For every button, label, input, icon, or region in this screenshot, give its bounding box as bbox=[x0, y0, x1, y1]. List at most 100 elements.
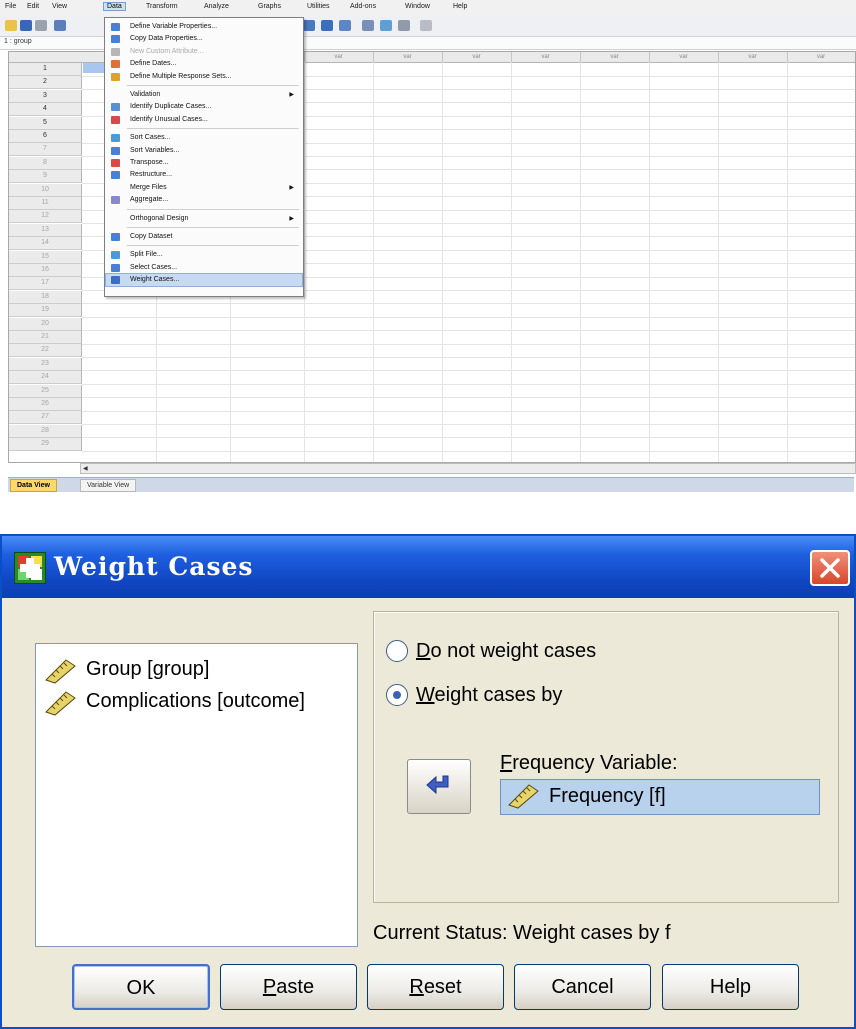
row-header[interactable]: 6 bbox=[9, 130, 82, 143]
paste-button[interactable]: Paste bbox=[220, 964, 357, 1010]
dialog-recall-icon[interactable] bbox=[54, 20, 66, 31]
menu-item-new-custom-attribute[interactable]: New Custom Attribute... bbox=[106, 46, 302, 58]
ruler-icon bbox=[45, 659, 76, 684]
radio-do-not-weight[interactable] bbox=[386, 640, 408, 662]
row-header[interactable]: 3 bbox=[9, 89, 82, 103]
row-header[interactable]: 8 bbox=[9, 156, 82, 170]
menu-item-aggregate[interactable]: Aggregate... bbox=[106, 194, 302, 206]
row-header[interactable]: 29 bbox=[9, 438, 82, 452]
menu-item-orthogonal-design[interactable]: Orthogonal Design ▶ bbox=[106, 213, 302, 225]
row-header[interactable]: 11 bbox=[9, 197, 82, 210]
help-button[interactable]: Help bbox=[662, 964, 799, 1010]
menu-item-identify-duplicate-cases[interactable]: Identify Duplicate Cases... bbox=[106, 101, 302, 113]
value-labels-icon[interactable] bbox=[362, 20, 374, 31]
row-header[interactable]: 13 bbox=[9, 223, 82, 237]
menu-analyze[interactable]: Analyze bbox=[204, 3, 229, 10]
weight-toolbar-icon[interactable] bbox=[339, 20, 351, 31]
menu-graphs[interactable]: Graphs bbox=[258, 3, 281, 10]
row-header[interactable]: 18 bbox=[9, 290, 82, 304]
menu-item-merge-files[interactable]: Merge Files ▶ bbox=[106, 182, 302, 194]
menu-view[interactable]: View bbox=[52, 3, 67, 10]
open-icon[interactable] bbox=[5, 20, 17, 31]
row-header[interactable]: 17 bbox=[9, 277, 82, 291]
menu-item-select-cases[interactable]: Select Cases... bbox=[106, 262, 302, 274]
selected-cell[interactable] bbox=[83, 63, 105, 73]
spell-check-icon[interactable] bbox=[420, 20, 432, 31]
row-header[interactable]: 26 bbox=[9, 398, 82, 411]
row-header[interactable]: 28 bbox=[9, 424, 82, 438]
column-header[interactable]: var bbox=[304, 52, 374, 62]
label-do-not-weight[interactable]: Do not weight cases bbox=[416, 640, 596, 663]
save-icon[interactable] bbox=[20, 20, 32, 31]
row-header[interactable]: 1 bbox=[9, 63, 82, 76]
menu-transform[interactable]: Transform bbox=[146, 3, 178, 10]
menu-item-restructure[interactable]: Restructure... bbox=[106, 169, 302, 181]
menu-item-copy-data-properties[interactable]: Copy Data Properties... bbox=[106, 33, 302, 45]
variables-icon[interactable] bbox=[303, 20, 315, 31]
menu-item-define-dates[interactable]: Define Dates... bbox=[106, 58, 302, 70]
menu-item-weight-cases[interactable]: Weight Cases... bbox=[105, 273, 303, 288]
use-sets-icon[interactable] bbox=[380, 20, 392, 31]
menu-file[interactable]: File bbox=[5, 3, 16, 10]
row-header[interactable]: 15 bbox=[9, 250, 82, 264]
frequency-variable-field[interactable]: Frequency [f] bbox=[500, 779, 820, 815]
label-weight-cases-by[interactable]: Weight cases by bbox=[416, 684, 562, 707]
radio-weight-cases-by[interactable] bbox=[386, 684, 408, 706]
column-header[interactable]: var bbox=[787, 52, 855, 62]
horizontal-scrollbar[interactable]: ◀ bbox=[80, 463, 856, 474]
variable-list[interactable]: Group [group] Complications [outcome] bbox=[35, 643, 358, 947]
menu-item-sort-variables[interactable]: Sort Variables... bbox=[106, 145, 302, 157]
tab-variable-view[interactable]: Variable View bbox=[80, 479, 137, 492]
show-all-icon[interactable] bbox=[398, 20, 410, 31]
column-header[interactable]: var bbox=[442, 52, 512, 62]
row-header[interactable]: 24 bbox=[9, 371, 82, 385]
column-header[interactable]: var bbox=[580, 52, 650, 62]
scroll-left-icon[interactable]: ◀ bbox=[83, 465, 88, 472]
menu-add-ons[interactable]: Add-ons bbox=[350, 3, 376, 10]
column-header[interactable]: var bbox=[718, 52, 788, 62]
dialog-title-bar[interactable]: Weight Cases bbox=[2, 536, 854, 598]
column-header[interactable]: var bbox=[373, 52, 443, 62]
row-header[interactable]: 7 bbox=[9, 143, 82, 157]
menu-item-copy-dataset[interactable]: Copy Dataset bbox=[106, 231, 302, 243]
row-header[interactable]: 19 bbox=[9, 304, 82, 318]
menu-edit[interactable]: Edit bbox=[27, 3, 39, 10]
row-header[interactable]: 12 bbox=[9, 210, 82, 224]
row-header[interactable]: 5 bbox=[9, 116, 82, 130]
column-header[interactable]: var bbox=[649, 52, 719, 62]
menu-data[interactable]: Data bbox=[103, 2, 126, 11]
split-file-toolbar-icon[interactable] bbox=[321, 20, 333, 31]
menu-help[interactable]: Help bbox=[453, 3, 467, 10]
row-header[interactable]: 20 bbox=[9, 317, 82, 331]
row-header[interactable]: 16 bbox=[9, 264, 82, 277]
row-header[interactable]: 23 bbox=[9, 357, 82, 371]
row-header[interactable]: 25 bbox=[9, 384, 82, 398]
ok-button[interactable]: OK bbox=[72, 964, 210, 1010]
row-header[interactable]: 21 bbox=[9, 331, 82, 344]
row-header[interactable]: 4 bbox=[9, 103, 82, 117]
tab-data-view[interactable]: Data View bbox=[10, 479, 57, 492]
menu-item-split-file[interactable]: Split File... bbox=[106, 249, 302, 261]
move-variable-button[interactable] bbox=[407, 759, 471, 814]
close-button[interactable] bbox=[810, 550, 850, 586]
menu-window[interactable]: Window bbox=[405, 3, 430, 10]
menu-item-define-variable-properties[interactable]: Define Variable Properties... bbox=[106, 21, 302, 33]
row-header[interactable]: 27 bbox=[9, 411, 82, 425]
menu-item-sort-cases[interactable]: Sort Cases... bbox=[106, 132, 302, 144]
print-icon[interactable] bbox=[35, 20, 47, 31]
cell-reference: 1 : group bbox=[4, 38, 32, 45]
cancel-button[interactable]: Cancel bbox=[514, 964, 651, 1010]
row-header[interactable]: 22 bbox=[9, 344, 82, 358]
row-header[interactable]: 10 bbox=[9, 183, 82, 197]
menu-utilities[interactable]: Utilities bbox=[307, 3, 330, 10]
menu-item-validation[interactable]: Validation ▶ bbox=[106, 89, 302, 101]
menu-item-identify-unusual-cases[interactable]: Identify Unusual Cases... bbox=[106, 114, 302, 126]
column-header[interactable]: var bbox=[511, 52, 581, 62]
reset-button[interactable]: Reset bbox=[367, 964, 504, 1010]
menu-item-define-multiple-response-sets[interactable]: Define Multiple Response Sets... bbox=[106, 71, 302, 83]
menu-item-transpose[interactable]: Transpose... bbox=[106, 157, 302, 169]
row-header[interactable]: 14 bbox=[9, 237, 82, 251]
row-header[interactable]: 2 bbox=[9, 76, 82, 90]
menu-item-label: Validation bbox=[130, 91, 161, 98]
row-header[interactable]: 9 bbox=[9, 170, 82, 184]
